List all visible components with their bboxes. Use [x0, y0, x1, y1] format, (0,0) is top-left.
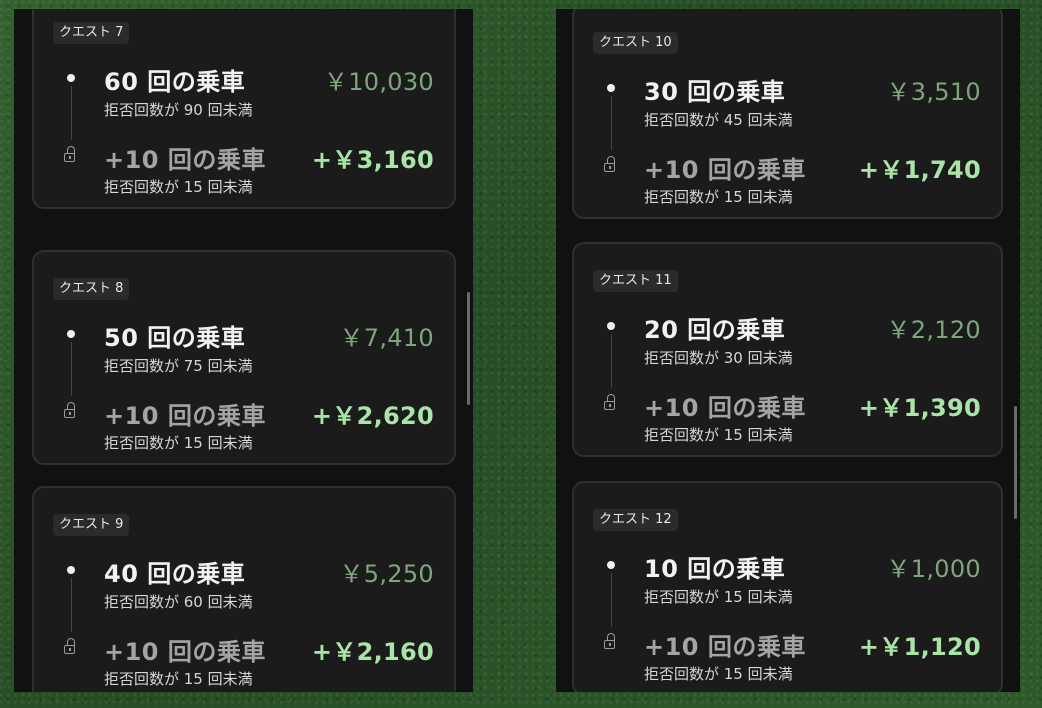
quest-bonus-condition: 拒否回数が 15 回未満 [644, 426, 793, 444]
scrollbar[interactable] [1014, 406, 1017, 519]
scrollbar[interactable] [467, 292, 470, 405]
quest-goal-title: 50 回の乗車 [104, 324, 246, 352]
quest-card-8[interactable]: クエスト 8 50 回の乗車 拒否回数が 75 回未満 ￥7,410 +10 回… [32, 250, 456, 465]
quest-bonus-title: +10 回の乗車 [104, 402, 266, 430]
quest-bonus-reward: +￥2,620 [311, 402, 434, 430]
dot-icon [607, 561, 615, 569]
quest-goal-condition: 拒否回数が 30 回未満 [644, 349, 793, 367]
quest-bonus-reward: +￥1,120 [858, 633, 981, 661]
quest-bonus-reward: +￥2,160 [311, 638, 434, 666]
lock-icon [64, 638, 78, 654]
lock-icon [64, 146, 78, 162]
quest-goal-condition: 拒否回数が 45 回未満 [644, 111, 793, 129]
milestone-connector [71, 342, 72, 396]
quest-goal-reward: ￥5,250 [339, 560, 434, 588]
quest-goal-title: 60 回の乗車 [104, 68, 246, 96]
milestone-connector [611, 96, 612, 150]
right-screenshot-panel: クエスト 10 30 回の乗車 拒否回数が 45 回未満 ￥3,510 +10 … [556, 9, 1020, 692]
quest-goal-condition: 拒否回数が 60 回未満 [104, 593, 253, 611]
quest-bonus-title: +10 回の乗車 [104, 146, 266, 174]
lock-icon [604, 633, 618, 649]
quest-card-9[interactable]: クエスト 9 40 回の乗車 拒否回数が 60 回未満 ￥5,250 +10 回… [32, 486, 456, 692]
quest-bonus-title: +10 回の乗車 [104, 638, 266, 666]
quest-badge: クエスト 12 [593, 509, 678, 531]
quest-goal-title: 10 回の乗車 [644, 555, 786, 583]
quest-bonus-condition: 拒否回数が 15 回未満 [104, 670, 253, 688]
quest-goal-title: 30 回の乗車 [644, 78, 786, 106]
quest-goal-condition: 拒否回数が 15 回未満 [644, 588, 793, 606]
milestone-connector [611, 573, 612, 627]
quest-goal-reward: ￥10,030 [323, 68, 434, 96]
quest-goal-condition: 拒否回数が 75 回未満 [104, 357, 253, 375]
dot-icon [67, 74, 75, 82]
quest-bonus-reward: +￥1,390 [858, 394, 981, 422]
dot-icon [607, 84, 615, 92]
quest-bonus-condition: 拒否回数が 15 回未満 [644, 188, 793, 206]
quest-badge: クエスト 9 [53, 514, 130, 536]
dot-icon [67, 330, 75, 338]
quest-badge: クエスト 10 [593, 32, 678, 54]
quest-goal-title: 40 回の乗車 [104, 560, 246, 588]
quest-goal-title: 20 回の乗車 [644, 316, 786, 344]
lock-icon [64, 402, 78, 418]
quest-badge: クエスト 11 [593, 270, 678, 292]
milestone-connector [71, 86, 72, 140]
quest-bonus-title: +10 回の乗車 [644, 156, 806, 184]
quest-bonus-title: +10 回の乗車 [644, 633, 806, 661]
dot-icon [67, 566, 75, 574]
dot-icon [607, 322, 615, 330]
quest-goal-condition: 拒否回数が 90 回未満 [104, 101, 253, 119]
lock-icon [604, 394, 618, 410]
quest-bonus-condition: 拒否回数が 15 回未満 [104, 434, 253, 452]
quest-bonus-reward: +￥1,740 [858, 156, 981, 184]
quest-goal-reward: ￥3,510 [886, 78, 981, 106]
quest-badge: クエスト 7 [53, 22, 130, 44]
milestone-connector [71, 578, 72, 632]
quest-goal-reward: ￥1,000 [886, 555, 981, 583]
quest-goal-reward: ￥7,410 [339, 324, 434, 352]
left-screenshot-panel: クエスト 7 60 回の乗車 拒否回数が 90 回未満 ￥10,030 +10 … [14, 9, 473, 692]
milestone-connector [611, 334, 612, 388]
quest-card-7[interactable]: クエスト 7 60 回の乗車 拒否回数が 90 回未満 ￥10,030 +10 … [32, 9, 456, 209]
quest-bonus-reward: +￥3,160 [311, 146, 434, 174]
quest-bonus-condition: 拒否回数が 15 回未満 [644, 665, 793, 683]
quest-bonus-title: +10 回の乗車 [644, 394, 806, 422]
quest-badge: クエスト 8 [53, 278, 130, 300]
lock-icon [604, 156, 618, 172]
quest-card-10[interactable]: クエスト 10 30 回の乗車 拒否回数が 45 回未満 ￥3,510 +10 … [572, 9, 1003, 219]
quest-card-12[interactable]: クエスト 12 10 回の乗車 拒否回数が 15 回未満 ￥1,000 +10 … [572, 481, 1003, 692]
quest-goal-reward: ￥2,120 [886, 316, 981, 344]
quest-card-11[interactable]: クエスト 11 20 回の乗車 拒否回数が 30 回未満 ￥2,120 +10 … [572, 242, 1003, 457]
quest-bonus-condition: 拒否回数が 15 回未満 [104, 178, 253, 196]
